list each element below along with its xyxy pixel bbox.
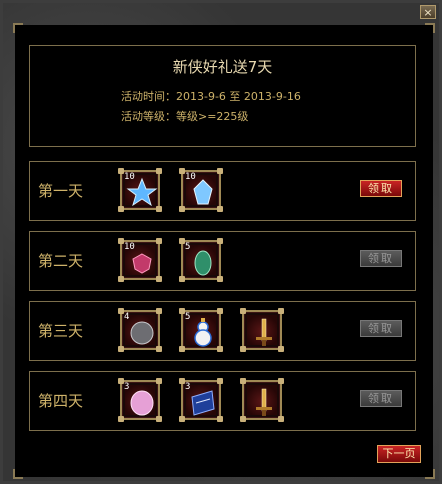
stone-orb-icon bbox=[130, 321, 154, 345]
item-count: 5 bbox=[185, 312, 191, 322]
reward-slot[interactable]: 10 bbox=[118, 168, 162, 212]
item-count: 3 bbox=[185, 382, 191, 392]
claim-button-disabled[interactable]: 领取 bbox=[360, 320, 402, 337]
reward-slot[interactable] bbox=[240, 308, 284, 352]
claim-button-disabled[interactable]: 领取 bbox=[360, 390, 402, 407]
corner-ornament bbox=[13, 23, 23, 33]
reward-slot[interactable] bbox=[240, 378, 284, 422]
day-row-4: 第四天 3 3 领取 bbox=[29, 371, 416, 431]
item-count: 4 bbox=[124, 312, 130, 322]
day-label: 第二天 bbox=[38, 252, 84, 270]
next-page-button[interactable]: 下一页 bbox=[377, 445, 421, 463]
reward-slot[interactable]: 3 bbox=[118, 378, 162, 422]
close-button[interactable]: × bbox=[420, 5, 436, 19]
claim-button[interactable]: 领取 bbox=[360, 180, 402, 197]
event-time: 活动时间：2013-9-6 至 2013-9-16 bbox=[121, 90, 301, 103]
gourd-icon bbox=[194, 318, 212, 347]
day-label: 第四天 bbox=[38, 392, 84, 410]
close-icon: × bbox=[423, 6, 433, 19]
reward-panel: 新侠好礼送7天 活动时间：2013-9-6 至 2013-9-16 活动等级：等… bbox=[13, 23, 435, 479]
reward-slot[interactable]: 10 bbox=[118, 238, 162, 282]
sword-icon bbox=[256, 388, 272, 416]
claim-button-disabled[interactable]: 领取 bbox=[360, 250, 402, 267]
day-row-3: 第三天 4 5 领取 bbox=[29, 301, 416, 361]
day-row-2: 第二天 10 5 领取 bbox=[29, 231, 416, 291]
sword-icon bbox=[256, 318, 272, 346]
book-icon bbox=[191, 390, 215, 416]
day-row-1: 第一天 10 10 领取 bbox=[29, 161, 416, 221]
event-info-box: 新侠好礼送7天 活动时间：2013-9-6 至 2013-9-16 活动等级：等… bbox=[29, 45, 416, 147]
green-jade-icon bbox=[194, 250, 212, 276]
reward-slot[interactable]: 3 bbox=[179, 378, 223, 422]
event-title: 新侠好礼送7天 bbox=[172, 58, 273, 76]
item-count: 10 bbox=[124, 242, 135, 252]
item-count: 10 bbox=[124, 172, 135, 182]
corner-ornament bbox=[13, 469, 23, 479]
corner-ornament bbox=[425, 23, 435, 33]
day-label: 第三天 bbox=[38, 322, 84, 340]
event-level: 活动等级：等级>=225级 bbox=[121, 110, 249, 123]
item-count: 10 bbox=[185, 172, 196, 182]
item-count: 3 bbox=[124, 382, 130, 392]
window-frame: × 新侠好礼送7天 活动时间：2013-9-6 至 2013-9-16 活动等级… bbox=[0, 0, 442, 484]
reward-slot[interactable]: 5 bbox=[179, 308, 223, 352]
reward-slot[interactable]: 5 bbox=[179, 238, 223, 282]
reward-slot[interactable]: 10 bbox=[179, 168, 223, 212]
day-label: 第一天 bbox=[38, 182, 84, 200]
reward-slot[interactable]: 4 bbox=[118, 308, 162, 352]
corner-ornament bbox=[425, 469, 435, 479]
pink-egg-icon bbox=[130, 390, 154, 416]
item-count: 5 bbox=[185, 242, 191, 252]
